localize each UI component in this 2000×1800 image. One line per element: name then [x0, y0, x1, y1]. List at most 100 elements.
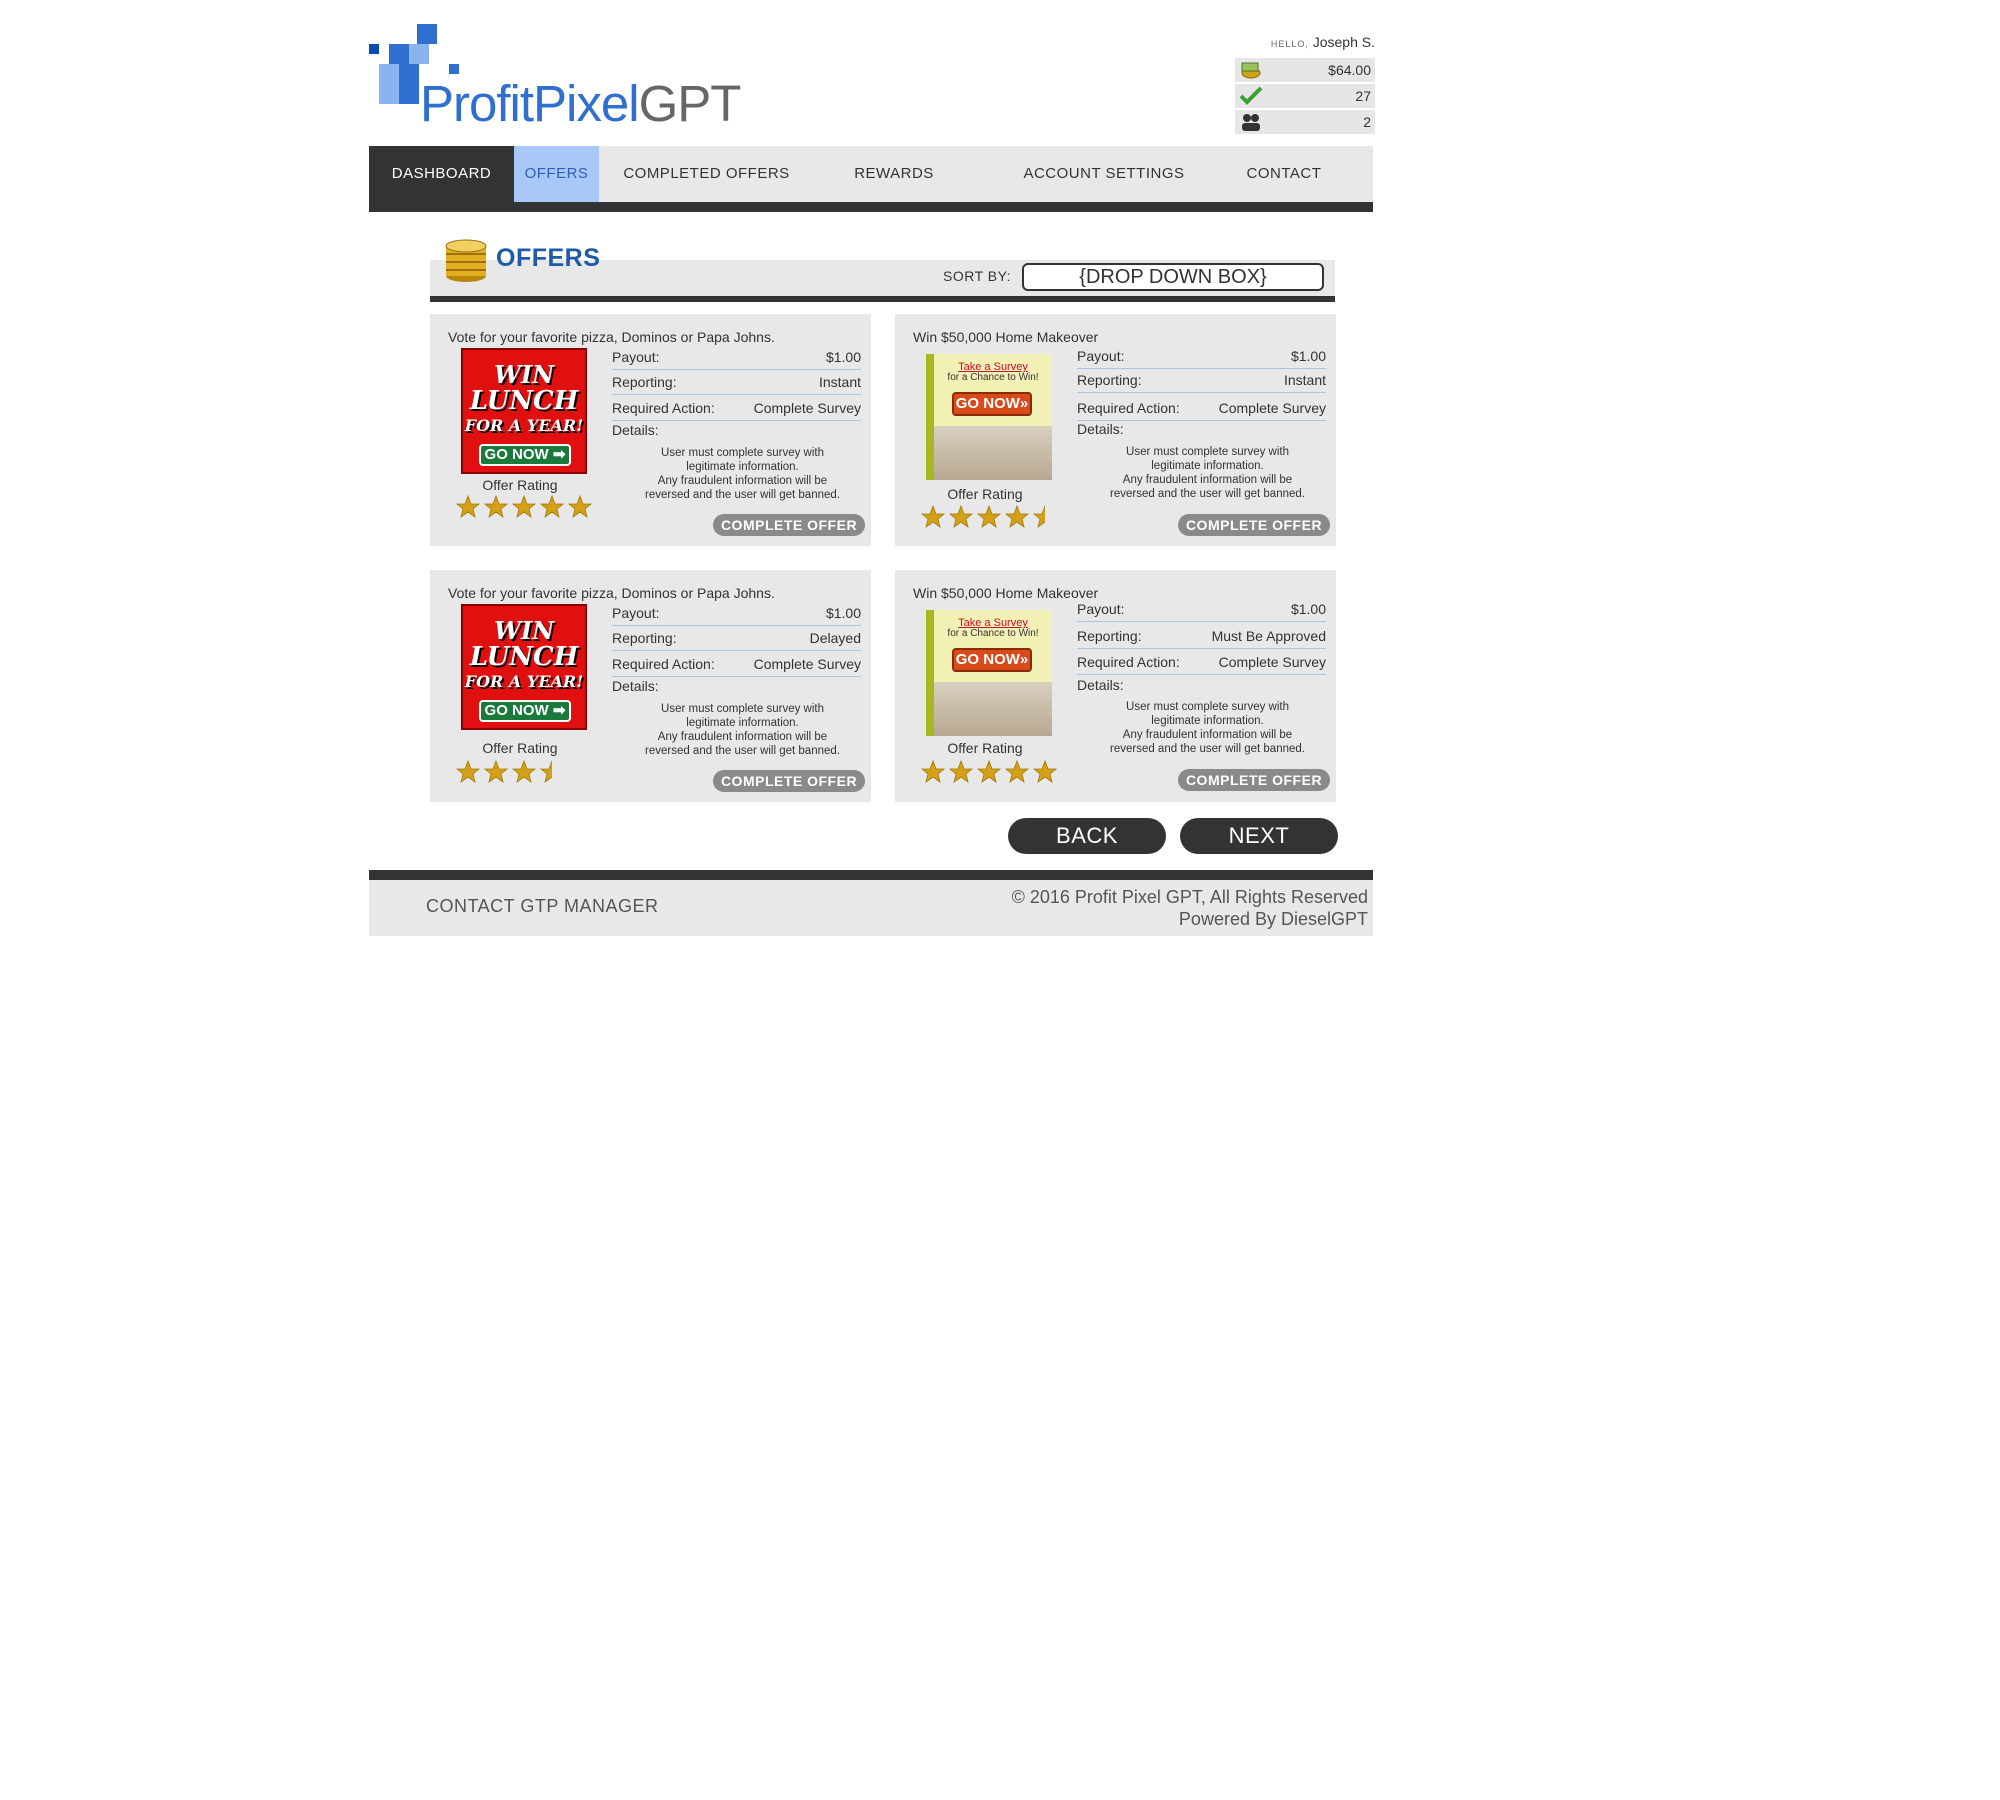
star-icon	[511, 494, 537, 518]
sort-dropdown[interactable]: {DROP DOWN BOX}	[1022, 263, 1324, 291]
section-divider	[430, 296, 1335, 302]
required-action-label: Required Action:	[612, 400, 715, 416]
payout-label: Payout:	[612, 349, 660, 365]
details-line: reversed and the user will get banned.	[645, 489, 840, 501]
details-row: Details:	[1077, 420, 1326, 442]
payout-row: Payout: $1.00	[1077, 600, 1326, 622]
complete-offer-button[interactable]: COMPLETE OFFER	[713, 514, 865, 536]
star-icon	[540, 760, 552, 783]
required-action-value: Complete Survey	[1218, 654, 1326, 670]
ad-text: LUNCH	[469, 386, 579, 416]
reporting-row: Reporting: Delayed	[612, 629, 861, 651]
offer-ad-image[interactable]: Take a Survey for a Chance to Win! GO NO…	[926, 610, 1052, 736]
complete-offer-button[interactable]: COMPLETE OFFER	[713, 770, 865, 792]
required-action-label: Required Action:	[612, 656, 715, 672]
reporting-value: Must Be Approved	[1211, 628, 1326, 644]
page: ProfitPixelGPT HELLO, Joseph S. $64.00 2…	[0, 0, 2000, 1800]
payout-label: Payout:	[1077, 601, 1125, 617]
payout-label: Payout:	[1077, 348, 1125, 364]
required-action-row: Required Action: Complete Survey	[612, 399, 861, 421]
payout-value: $1.00	[825, 605, 861, 621]
star-icon	[1032, 759, 1058, 783]
star-icon	[948, 504, 974, 528]
powered-by-text: Powered By DieselGPT	[1178, 909, 1368, 929]
balance-stat: $64.00	[1235, 58, 1375, 82]
offer-card: Win $50,000 Home Makeover Take a Survey …	[895, 314, 1336, 546]
reporting-label: Reporting:	[612, 374, 677, 390]
ad-text: LUNCH	[469, 642, 579, 672]
copyright-text: © 2016 Profit Pixel GPT, All Rights Rese…	[1011, 887, 1368, 907]
star-icon	[948, 759, 974, 783]
footer: CONTACT GTP MANAGER © 2016 Profit Pixel …	[369, 880, 1373, 936]
ad-cta: GO NOW»	[952, 648, 1032, 672]
details-line: User must complete survey with	[661, 703, 824, 715]
star-icon	[920, 504, 946, 528]
reporting-row: Reporting: Must Be Approved	[1077, 627, 1326, 649]
back-button[interactable]: BACK	[1008, 818, 1166, 854]
payout-label: Payout:	[612, 605, 660, 621]
brand-name-part2: GPT	[638, 75, 742, 132]
required-action-value: Complete Survey	[753, 656, 861, 672]
details-line: legitimate information.	[1151, 460, 1264, 472]
reporting-label: Reporting:	[1077, 372, 1142, 388]
ad-text: for a Chance to Win!	[947, 372, 1039, 383]
nav-contact[interactable]: CONTACT	[1229, 146, 1339, 202]
completed-stat: 27	[1235, 84, 1375, 108]
reporting-row: Reporting: Instant	[612, 373, 861, 395]
required-action-row: Required Action: Complete Survey	[1077, 399, 1326, 421]
offer-rating-stars	[920, 759, 1061, 785]
details-line: legitimate information.	[1151, 715, 1264, 727]
checkmark-icon	[1239, 86, 1263, 106]
nav-dashboard[interactable]: DASHBOARD	[369, 146, 514, 202]
reporting-value: Delayed	[809, 630, 861, 646]
details-line: reversed and the user will get banned.	[1110, 743, 1305, 755]
next-button[interactable]: NEXT	[1180, 818, 1338, 854]
user-name[interactable]: Joseph S.	[1313, 34, 1375, 50]
referrals-value: 2	[1363, 114, 1371, 130]
offer-card: Vote for your favorite pizza, Dominos or…	[430, 314, 871, 546]
offer-rating-stars	[920, 504, 1061, 530]
reporting-label: Reporting:	[1077, 628, 1142, 644]
complete-offer-button[interactable]: COMPLETE OFFER	[1178, 514, 1330, 536]
details-line: Any fraudulent information will be	[657, 475, 828, 487]
payout-row: Payout: $1.00	[1077, 347, 1326, 369]
offer-ad-image[interactable]: WIN LUNCH FOR A YEAR! GO NOW ➡	[461, 348, 587, 474]
referrals-stat: 2	[1235, 110, 1375, 134]
nav-account-settings[interactable]: ACCOUNT SETTINGS	[1009, 146, 1199, 202]
ad-text: FOR A YEAR!	[464, 416, 584, 435]
nav-rewards[interactable]: REWARDS	[829, 146, 959, 202]
reporting-label: Reporting:	[612, 630, 677, 646]
ad-text: WIN	[493, 360, 555, 389]
sort-label: SORT BY:	[943, 268, 1012, 284]
offer-ad-image[interactable]: WIN LUNCH FOR A YEAR! GO NOW ➡	[461, 604, 587, 730]
offer-rating-label: Offer Rating	[482, 740, 558, 756]
nav-completed-offers[interactable]: COMPLETED OFFERS	[619, 146, 794, 202]
nav-offers[interactable]: OFFERS	[514, 146, 599, 202]
star-icon	[567, 494, 593, 518]
required-action-row: Required Action: Complete Survey	[612, 655, 861, 677]
star-icon	[1004, 504, 1030, 528]
brand-name: ProfitPixelGPT	[420, 74, 742, 133]
coins-icon	[443, 236, 489, 284]
required-action-value: Complete Survey	[753, 400, 861, 416]
ad-strip	[926, 610, 934, 736]
offer-rating-stars	[455, 759, 596, 785]
reporting-value: Instant	[1283, 372, 1326, 388]
complete-offer-button[interactable]: COMPLETE OFFER	[1178, 769, 1330, 791]
footer-divider	[369, 870, 1373, 880]
details-line: reversed and the user will get banned.	[1110, 488, 1305, 500]
offer-ad-image[interactable]: Take a Survey for a Chance to Win! GO NO…	[926, 354, 1052, 480]
payout-value: $1.00	[1290, 601, 1326, 617]
user-panel: HELLO, Joseph S. $64.00 27 2	[1235, 34, 1375, 134]
details-line: Any fraudulent information will be	[657, 731, 828, 743]
completed-value: 27	[1355, 88, 1371, 104]
offer-details: User must complete survey with legitimat…	[1085, 700, 1330, 756]
offer-details: User must complete survey with legitimat…	[1085, 445, 1330, 501]
main-nav: DASHBOARD OFFERS COMPLETED OFFERS REWARD…	[369, 146, 1373, 202]
offer-title: Win $50,000 Home Makeover	[913, 585, 1099, 601]
reporting-value: Instant	[818, 374, 861, 390]
offer-title: Vote for your favorite pizza, Dominos or…	[448, 585, 775, 601]
offer-rating-label: Offer Rating	[947, 486, 1023, 502]
details-line: Any fraudulent information will be	[1122, 729, 1293, 741]
contact-manager-link[interactable]: CONTACT GTP MANAGER	[426, 896, 659, 917]
